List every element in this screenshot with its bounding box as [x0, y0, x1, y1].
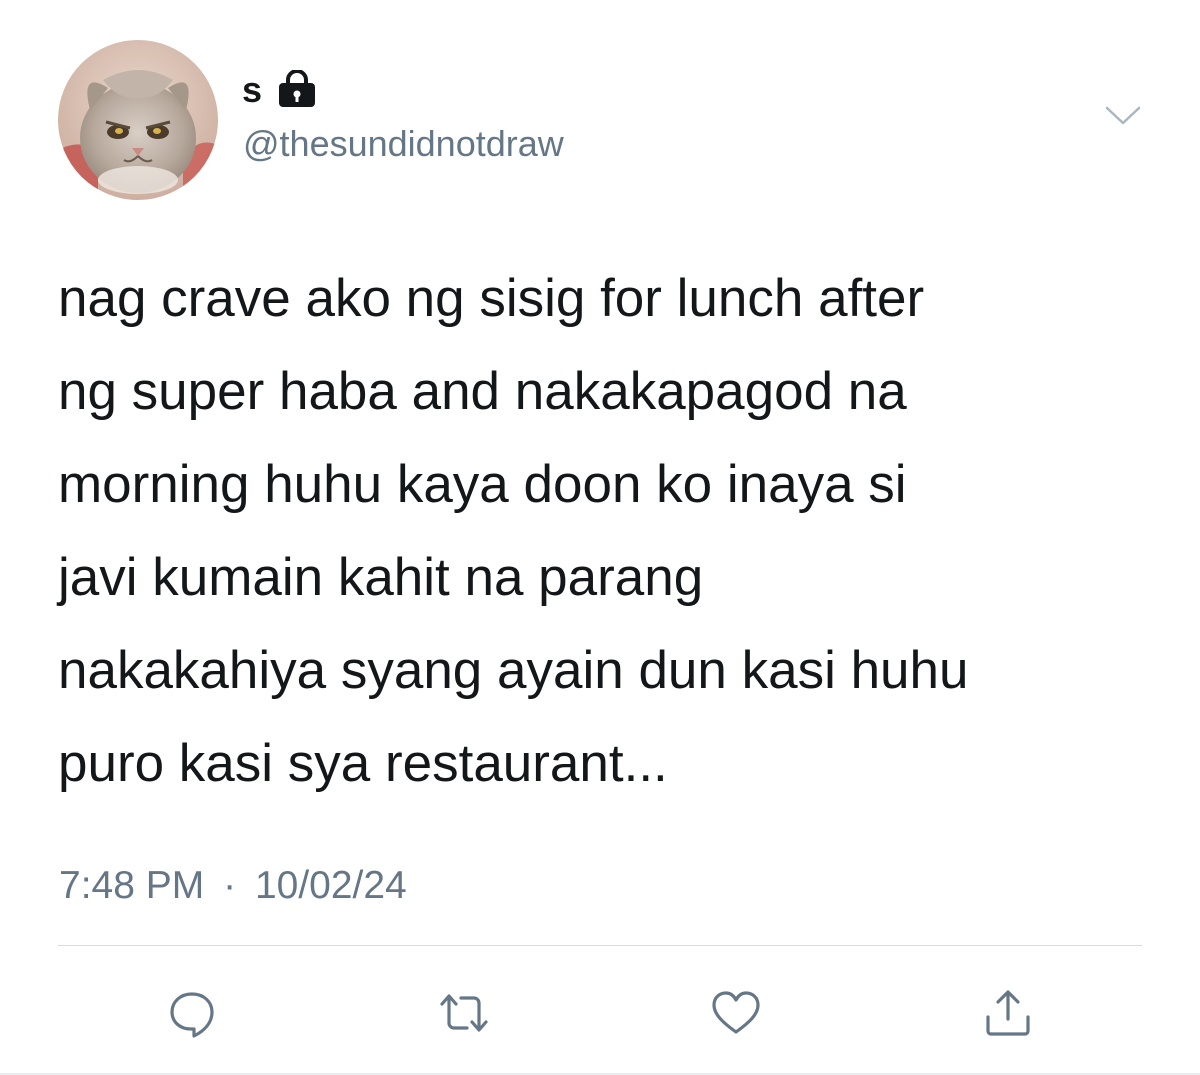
tweet-text-line: nag crave ako ng sisig for lunch after [58, 269, 925, 328]
tweet-time: 7:48 PM [59, 864, 205, 907]
tweet-text-line: morning huhu kaya doon ko inaya si [58, 455, 907, 514]
reply-icon[interactable] [164, 985, 220, 1041]
tweet-text-line: nakakahiya syang ayain dun kasi huhu [58, 641, 969, 700]
tweet-timestamp[interactable]: 7:48 PM · 10/02/24 [59, 862, 407, 910]
meta-separator: · [223, 864, 237, 907]
tweet-date: 10/02/24 [254, 864, 407, 907]
chevron-down-icon[interactable] [1104, 104, 1142, 128]
divider [58, 945, 1142, 946]
tweet-text-line: puro kasi sya restaurant... [58, 734, 668, 793]
user-handle[interactable]: @thesundidnotdraw [243, 122, 564, 166]
lock-icon [274, 69, 320, 108]
display-name[interactable]: s [242, 68, 262, 112]
share-icon[interactable] [980, 985, 1036, 1041]
tweet-text-line: ng super haba and nakakapagod na [58, 362, 907, 421]
tweet-text-line: javi kumain kahit na parang [58, 548, 704, 607]
retweet-icon[interactable] [436, 985, 492, 1041]
cat-avatar-image [58, 40, 218, 200]
heart-icon[interactable] [708, 985, 764, 1041]
avatar[interactable] [58, 40, 218, 200]
tweet-text: nag crave ako ng sisig for lunch after n… [58, 252, 1158, 810]
